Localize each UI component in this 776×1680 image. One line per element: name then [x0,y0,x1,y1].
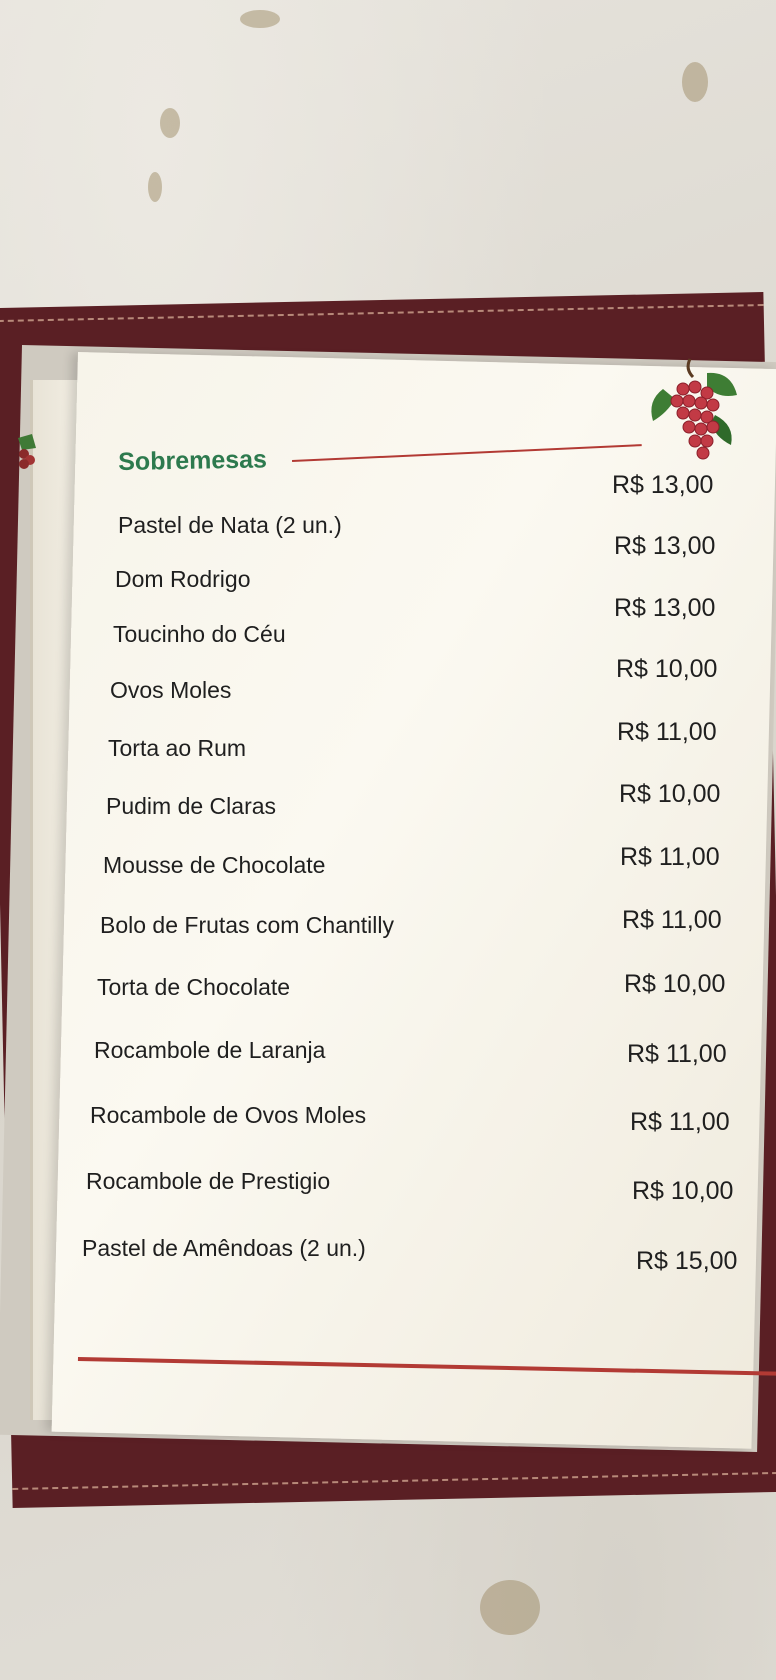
tablecloth-stain [682,62,708,102]
grape-cluster-icon [651,358,737,460]
dessert-name: Bolo de Frutas com Chantilly [100,912,395,938]
dessert-price: R$ 10,00 [632,1177,734,1205]
dessert-name: Rocambole de Prestigio [86,1168,331,1194]
dessert-name: Toucinho do Céu [113,621,286,647]
tablecloth-stain [148,172,162,202]
dessert-price: R$ 11,00 [630,1108,730,1136]
dessert-name: Torta ao Rum [108,735,247,761]
tablecloth-stain [240,10,280,28]
dessert-name: Dom Rodrigo [115,566,251,592]
folder-stitching [0,304,764,323]
tablecloth-stain [160,108,180,138]
dessert-price: R$ 15,00 [636,1247,738,1275]
dessert-name: Mousse de Chocolate [103,852,326,878]
dessert-price: R$ 13,00 [612,471,714,499]
dessert-price: R$ 13,00 [614,594,716,622]
dessert-price: R$ 11,00 [622,906,722,934]
dessert-name: Rocambole de Laranja [94,1037,326,1063]
dessert-price: R$ 13,00 [614,532,716,560]
dessert-price: R$ 11,00 [627,1040,727,1068]
dessert-name: Pastel de Nata (2 un.) [118,512,342,538]
dessert-name: Torta de Chocolate [97,974,291,1000]
grape-cluster-icon [18,434,36,469]
dessert-price: R$ 10,00 [624,970,726,998]
dessert-name: Pastel de Amêndoas (2 un.) [82,1235,366,1261]
folder-stitching [12,1471,776,1490]
dessert-name: Rocambole de Ovos Moles [90,1102,367,1128]
dessert-price: R$ 10,00 [619,780,721,808]
dessert-name: Pudim de Claras [106,793,277,819]
tablecloth-stain [480,1580,540,1635]
dessert-price: R$ 11,00 [617,718,717,746]
dessert-name: Ovos Moles [110,677,232,703]
dessert-price: R$ 10,00 [616,655,718,683]
dessert-price: R$ 11,00 [620,843,720,871]
menu-section-title: Sobremesas [118,445,268,476]
